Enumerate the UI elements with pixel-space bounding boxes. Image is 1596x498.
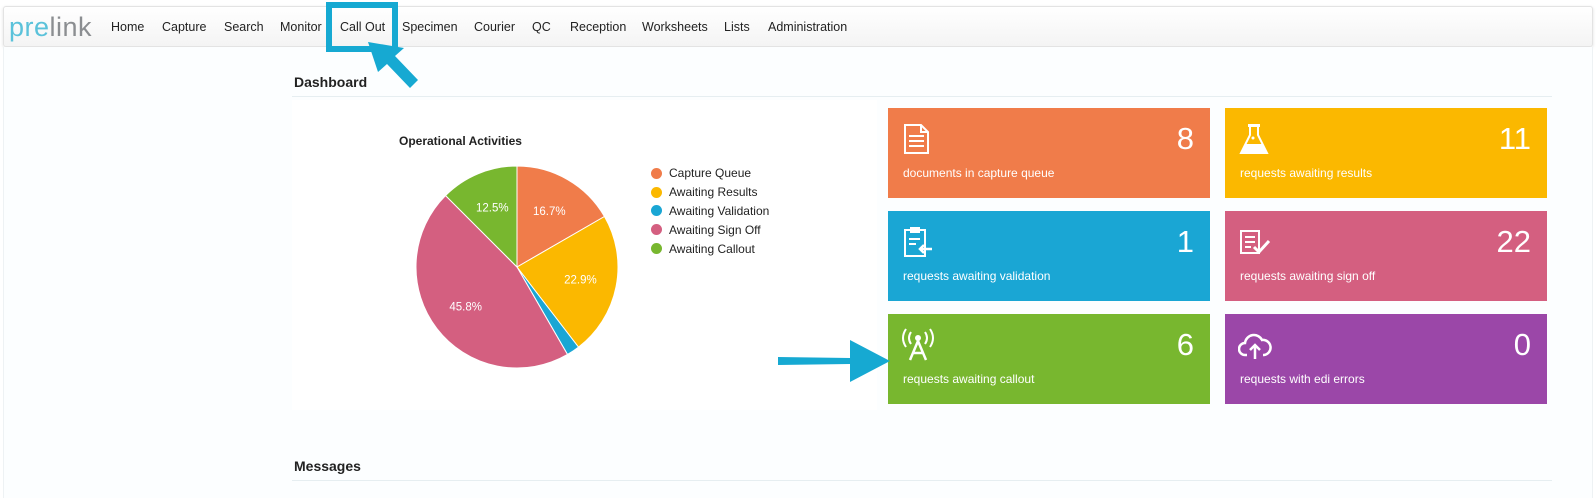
legend-swatch <box>651 243 662 255</box>
callout-tile-annotation-arrow <box>778 340 890 382</box>
tile-edi-errors[interactable]: 0 requests with edi errors <box>1225 314 1547 404</box>
tile-count: 8 <box>1176 121 1194 156</box>
tile-awaiting-validation[interactable]: 1 requests awaiting validation <box>888 211 1210 301</box>
tile-label: requests awaiting sign off <box>1240 269 1376 283</box>
tile-label: requests awaiting validation <box>903 269 1051 283</box>
flask-icon <box>1239 124 1269 154</box>
legend-item[interactable]: Capture Queue <box>651 164 769 183</box>
tile-awaiting-callout[interactable]: 6 requests awaiting callout <box>888 314 1210 404</box>
tile-count: 1 <box>1176 224 1194 259</box>
clipboard-icon <box>904 227 932 257</box>
checklist-icon <box>1240 230 1271 255</box>
legend-item[interactable]: Awaiting Validation <box>651 202 769 221</box>
chart-legend: Capture Queue Awaiting Results Awaiting Va… <box>651 164 769 258</box>
tile-awaiting-sign-off[interactable]: 22 requests awaiting sign off <box>1225 211 1547 301</box>
nav-qc[interactable]: QC <box>532 20 551 34</box>
nav-capture[interactable]: Capture <box>162 20 206 34</box>
page: prelink Home Capture Search Monitor Call… <box>0 0 1596 498</box>
legend-label: Awaiting Results <box>669 185 758 200</box>
tile-label: requests awaiting callout <box>903 372 1035 386</box>
messages-divider <box>292 480 1552 481</box>
pie-data-label: 12.5% <box>476 202 509 214</box>
tile-count: 6 <box>1176 327 1194 362</box>
dashboard-title: Dashboard <box>294 74 368 90</box>
tile-label: documents in capture queue <box>903 166 1055 180</box>
nav-search[interactable]: Search <box>224 20 264 34</box>
messages-title: Messages <box>294 458 361 474</box>
nav-worksheets[interactable]: Worksheets <box>642 20 708 34</box>
dashboard-divider <box>292 96 1552 97</box>
legend-item[interactable]: Awaiting Callout <box>651 239 769 258</box>
legend-swatch <box>651 224 662 236</box>
nav-specimen[interactable]: Specimen <box>402 20 458 34</box>
pie-data-label: 22.9% <box>564 275 597 287</box>
pie-data-label: 16.7% <box>533 206 566 218</box>
tile-label: requests with edi errors <box>1240 372 1365 386</box>
legend-item[interactable]: Awaiting Results <box>651 183 769 202</box>
legend-label: Capture Queue <box>669 166 752 181</box>
antenna-icon <box>902 328 934 361</box>
legend-label: Awaiting Callout <box>669 241 755 256</box>
legend-swatch <box>651 167 662 179</box>
pie-data-label: 45.8% <box>449 301 482 313</box>
tile-count: 22 <box>1496 224 1531 259</box>
document-icon <box>904 124 929 154</box>
top-navbar: prelink Home Capture Search Monitor Call… <box>3 6 1593 47</box>
nav-monitor[interactable]: Monitor <box>280 20 322 34</box>
tile-count: 11 <box>1498 121 1531 156</box>
tile-label: requests awaiting results <box>1240 166 1373 180</box>
prelink-logo[interactable]: prelink <box>9 12 92 42</box>
legend-swatch <box>651 186 662 198</box>
tile-awaiting-results[interactable]: 11 requests awaiting results <box>1225 108 1547 198</box>
legend-label: Awaiting Validation <box>669 203 770 218</box>
tile-count: 0 <box>1513 327 1531 362</box>
legend-swatch <box>651 205 662 217</box>
call-out-annotation-arrow <box>368 42 418 88</box>
cloud-upload-icon <box>1238 333 1272 359</box>
chart-title: Operational Activities <box>399 134 522 148</box>
nav-administration[interactable]: Administration <box>768 20 847 34</box>
legend-label: Awaiting Sign Off <box>669 222 761 237</box>
tile-capture-queue[interactable]: 8 documents in capture queue <box>888 108 1210 198</box>
legend-item[interactable]: Awaiting Sign Off <box>651 220 769 239</box>
nav-home[interactable]: Home <box>111 20 144 34</box>
nav-reception[interactable]: Reception <box>570 20 626 34</box>
operational-activities-pie: 16.7% 22.9% 45.8% 12.5% <box>415 165 619 369</box>
nav-lists[interactable]: Lists <box>724 20 750 34</box>
nav-courier[interactable]: Courier <box>474 20 515 34</box>
